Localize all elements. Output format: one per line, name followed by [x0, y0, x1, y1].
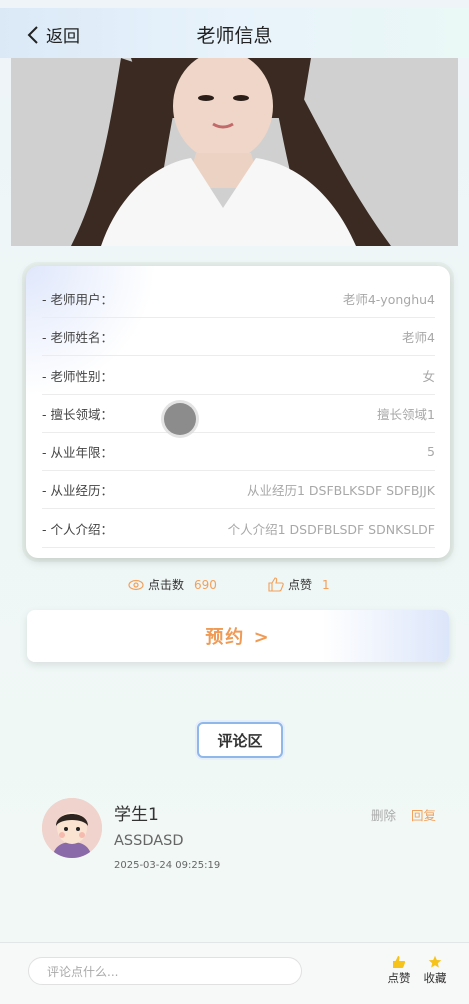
comment-section-title: 评论区 [197, 722, 283, 758]
like-button[interactable]: 点赞 [383, 955, 415, 986]
info-key: - 老师性别： [42, 368, 113, 384]
collect-button[interactable]: 收藏 [419, 955, 451, 986]
thumbs-up-icon [393, 956, 406, 968]
click-count-label: 点击数 [148, 578, 185, 592]
info-row-intro: - 个人介绍： 个人介绍1 DSDFBLSDF SDNKSLDF [42, 509, 435, 548]
top-bar: 返回 老师信息 [0, 8, 469, 58]
comment-username: 学生1 [114, 805, 159, 825]
like-count-value: 1 [322, 577, 330, 592]
info-value: 个人介绍1 DSDFBLSDF SDNKSLDF [227, 521, 435, 537]
info-row-gender: - 老师性别： 女 [42, 356, 435, 395]
info-row-field: - 擅长领域： 擅长领域1 [42, 394, 435, 433]
teacher-info-card: - 老师用户： 老师4-yonghu4 - 老师姓名： 老师4 - 老师性别： … [26, 266, 450, 558]
comment-input[interactable]: 评论点什么... [28, 957, 302, 985]
click-count: 点击数 690 [128, 576, 217, 593]
thumbs-up-icon [268, 577, 284, 592]
teacher-photo [11, 58, 458, 246]
info-row-username: - 老师用户： 老师4-yonghu4 [42, 279, 435, 318]
info-value: 擅长领域1 [377, 406, 435, 422]
touch-indicator [164, 403, 196, 435]
info-row-name: - 老师姓名： 老师4 [42, 317, 435, 356]
info-value: 从业经历1 DSFBLKSDF SDFBJJK [246, 482, 435, 498]
book-button[interactable]: 预约 > [27, 610, 449, 662]
delete-button[interactable]: 删除 [371, 805, 396, 824]
info-row-years: - 从业年限： 5 [42, 432, 435, 471]
info-key: - 老师用户： [42, 291, 113, 307]
star-icon [428, 955, 442, 968]
like-count-label: 点赞 [288, 578, 313, 592]
reply-button[interactable]: 回复 [411, 805, 436, 824]
info-key: - 从业经历： [42, 482, 113, 498]
collect-label: 收藏 [423, 971, 447, 985]
like-label: 点赞 [387, 971, 411, 985]
click-count-value: 690 [194, 577, 217, 592]
info-key: - 老师姓名： [42, 329, 113, 345]
info-key: - 个人介绍： [42, 521, 113, 537]
info-value: 5 [427, 443, 435, 459]
comment-text: ASSDASD [114, 833, 184, 849]
like-count[interactable]: 点赞 1 [268, 576, 330, 593]
comment-time: 2025-03-24 09:25:19 [114, 860, 221, 871]
bottom-bar: 评论点什么... 点赞 收藏 [0, 942, 469, 1004]
info-key: - 擅长领域： [42, 406, 113, 422]
info-row-experience: - 从业经历： 从业经历1 DSFBLKSDF SDFBJJK [42, 470, 435, 509]
page-title: 老师信息 [196, 25, 273, 47]
comment-item: 学生1 ASSDASD 2025-03-24 09:25:19 删除 回复 [42, 798, 442, 878]
info-key: - 从业年限： [42, 444, 113, 460]
info-value: 老师4-yonghu4 [342, 291, 435, 307]
avatar [42, 798, 102, 858]
info-value: 女 [422, 368, 435, 384]
info-value: 老师4 [402, 329, 435, 345]
eye-icon [128, 579, 144, 590]
